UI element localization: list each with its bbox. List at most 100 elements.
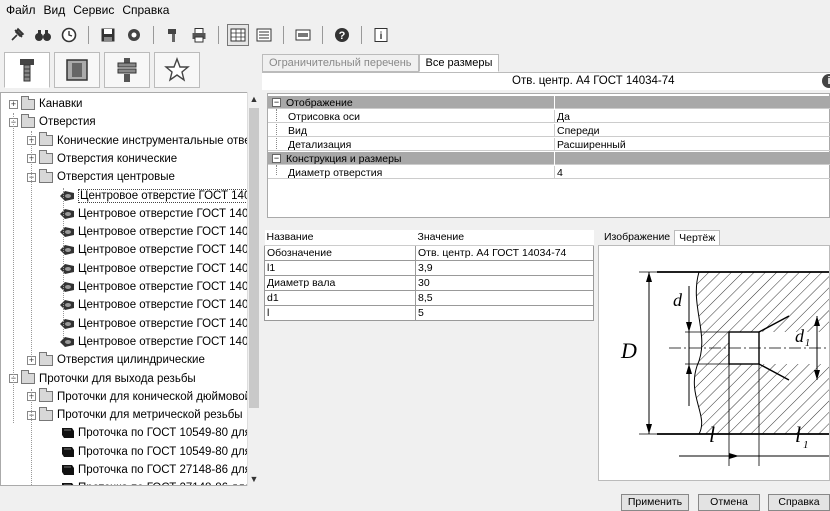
star-icon[interactable] (154, 52, 200, 88)
tree-item-label: Центровое отверстие ГОСТ 1403... (78, 226, 259, 239)
tree-item-label: Канавки (39, 98, 83, 110)
menu-service[interactable]: Сервис (71, 3, 120, 17)
toolbar-separator (322, 26, 323, 44)
tree-item[interactable]: Центровое отверстие ГОСТ 1403... (59, 315, 259, 333)
column-value-header[interactable]: Значение (415, 230, 594, 246)
tree-folder-item[interactable]: + Конические инструментальные отве... (27, 132, 258, 150)
folder-icon (21, 95, 35, 110)
expand-icon[interactable]: + (27, 355, 36, 365)
tree-connector (31, 389, 32, 485)
tree-folder-item[interactable]: + Канавки (9, 95, 82, 113)
tree-scrollbar[interactable]: ▲ ▼ (247, 92, 259, 486)
center-hole-icon (60, 263, 74, 274)
tree-item[interactable]: Проточка по ГОСТ 27148-86 для ... (59, 479, 258, 485)
gear-icon[interactable] (123, 24, 145, 46)
toolbar-separator (283, 26, 284, 44)
tab-restrictive-list[interactable]: Ограничительный перечень (262, 54, 419, 72)
toolbar: ? i (0, 22, 830, 48)
catalog-tree: + Канавки − Отверстия + Конические инструмент… (0, 92, 259, 486)
tree-connector (31, 131, 32, 357)
binoculars-icon[interactable] (32, 24, 54, 46)
tree-item[interactable]: Центровое отверстие ГОСТ 1403... (59, 278, 259, 296)
tree-folder-item[interactable]: + Отверстия конические (27, 150, 177, 168)
help-button[interactable]: Справка (768, 494, 830, 511)
scroll-down-icon[interactable]: ▼ (248, 472, 260, 486)
tree-item-label: Проточка по ГОСТ 27148-86 для ... (78, 482, 258, 485)
print-icon[interactable] (188, 24, 210, 46)
pin-icon[interactable] (6, 24, 28, 46)
category-display[interactable]: − Отображение (268, 96, 830, 109)
tree-folder-item[interactable]: − Отверстия (9, 113, 96, 131)
table-view-icon[interactable] (227, 24, 249, 46)
property-row[interactable]: Детализация Расширенный (268, 138, 830, 151)
tree-item[interactable]: Проточка по ГОСТ 27148-86 для ... (59, 461, 258, 479)
apply-button[interactable]: Применить (621, 494, 689, 511)
info-icon[interactable]: i (822, 74, 830, 88)
category-label: Отображение (286, 96, 353, 109)
cancel-button[interactable]: Отмена (698, 494, 760, 511)
tree-folder-item[interactable]: − Проточки для метрической резьбы (27, 406, 243, 424)
tree-item[interactable]: Центровое отверстие ГОСТ 1403... (59, 333, 259, 351)
center-hole-icon (60, 245, 74, 256)
collapse-icon[interactable]: − (272, 154, 281, 163)
tree-item-label: Проточки для выхода резьбы (39, 372, 196, 385)
property-row[interactable]: Отрисовка оси Да (268, 110, 830, 123)
tree-item-label: Центровое отверстие ГОСТ 1403... (78, 335, 259, 348)
help-icon[interactable]: ? (331, 24, 353, 46)
table-row[interactable]: l1 3,9 (264, 259, 594, 276)
nut-icon[interactable] (54, 52, 100, 88)
toolbar-separator (218, 26, 219, 44)
tree-item-label: Центровое отверстие ГОСТ 1403... (78, 207, 259, 220)
folder-icon (21, 370, 35, 384)
category-construction[interactable]: − Конструкция и размеры (268, 152, 830, 165)
menu-help[interactable]: Справка (120, 3, 175, 17)
tree-item-label: Центровое отверстие ГОСТ 1403... (78, 281, 259, 293)
property-row[interactable]: Диаметр отверстия 4 (268, 166, 830, 179)
scroll-thumb[interactable] (249, 108, 259, 408)
tree-item[interactable]: Центровое отверстие ГОСТ 1403... (59, 205, 259, 223)
table-row[interactable]: l5 (264, 304, 594, 321)
save-icon[interactable] (97, 24, 119, 46)
bolt-icon[interactable] (4, 52, 50, 88)
menu-bar: Файл Вид Сервис Справка (0, 0, 830, 20)
table-row[interactable]: Диаметр вала 30 (264, 274, 594, 291)
collapse-icon[interactable]: − (272, 98, 281, 107)
tree-item-label: Проточка по ГОСТ 10549-80 для ... (78, 445, 259, 458)
tree-item-label: Отверстия (39, 116, 96, 129)
preview-tab-strip: Изображение Чертёж (600, 230, 721, 246)
object-title-bar: Отв. центр. А4 ГОСТ 14034-74 i (262, 72, 830, 90)
fastener-icon[interactable] (104, 52, 150, 88)
clock-icon[interactable] (58, 24, 80, 46)
info-icon[interactable]: i (370, 24, 392, 46)
tree-item[interactable]: Центровое отверстие ГОСТ 1403... (59, 260, 258, 278)
tree-item-label: Центровое отверстие ГОСТ 1403... (78, 299, 259, 312)
tree-folder-item[interactable]: − Проточки для выхода резьбы (9, 370, 196, 388)
tab-image[interactable]: Изображение (600, 230, 675, 246)
tile-view-icon[interactable] (292, 24, 314, 46)
tab-all-sizes[interactable]: Все размеры (418, 54, 500, 72)
tree-folder-item[interactable]: − Отверстия центровые (27, 168, 175, 186)
hammer-icon[interactable] (162, 24, 184, 46)
tab-drawing[interactable]: Чертёж (674, 230, 721, 246)
dimension-label-l1: l (795, 422, 801, 447)
tree-item[interactable]: Проточка по ГОСТ 10549-80 для ... (59, 443, 259, 461)
table-row[interactable]: d1 8,5 (264, 289, 594, 306)
menu-file[interactable]: Файл (4, 3, 42, 17)
menu-view[interactable]: Вид (42, 3, 72, 17)
tree-folder-item[interactable]: + Проточки для конической дюймовой... (27, 388, 258, 406)
tree-folder-item[interactable]: + Отверстия цилиндрические (27, 351, 205, 369)
property-row[interactable]: Вид Спереди (268, 124, 830, 137)
tree-item[interactable]: Центровое отверстие ГОСТ 1403... (59, 223, 259, 241)
tree-item[interactable]: Проточка по ГОСТ 10549-80 для ... (59, 424, 258, 442)
tree-item-label: Центровое отверстие ГОСТ 1403... (78, 317, 259, 330)
tree-item-label: Отверстия центровые (57, 171, 175, 184)
tree-item[interactable]: Центровое отверстие ГОСТ 1403... (59, 241, 258, 259)
scroll-up-icon[interactable]: ▲ (248, 92, 260, 106)
column-name-header[interactable]: Название (264, 230, 416, 246)
tree-item[interactable]: Центровое отверстие ГОСТ 1403... (59, 296, 259, 314)
table-row[interactable]: Обозначение Отв. центр. А4 ГОСТ 14034-74 (264, 244, 594, 261)
expand-icon[interactable]: + (9, 99, 18, 109)
list-view-icon[interactable] (253, 24, 275, 46)
tree-item[interactable]: Центровое отверстие ГОСТ 1403... (59, 187, 258, 205)
tree-connector (13, 113, 14, 423)
